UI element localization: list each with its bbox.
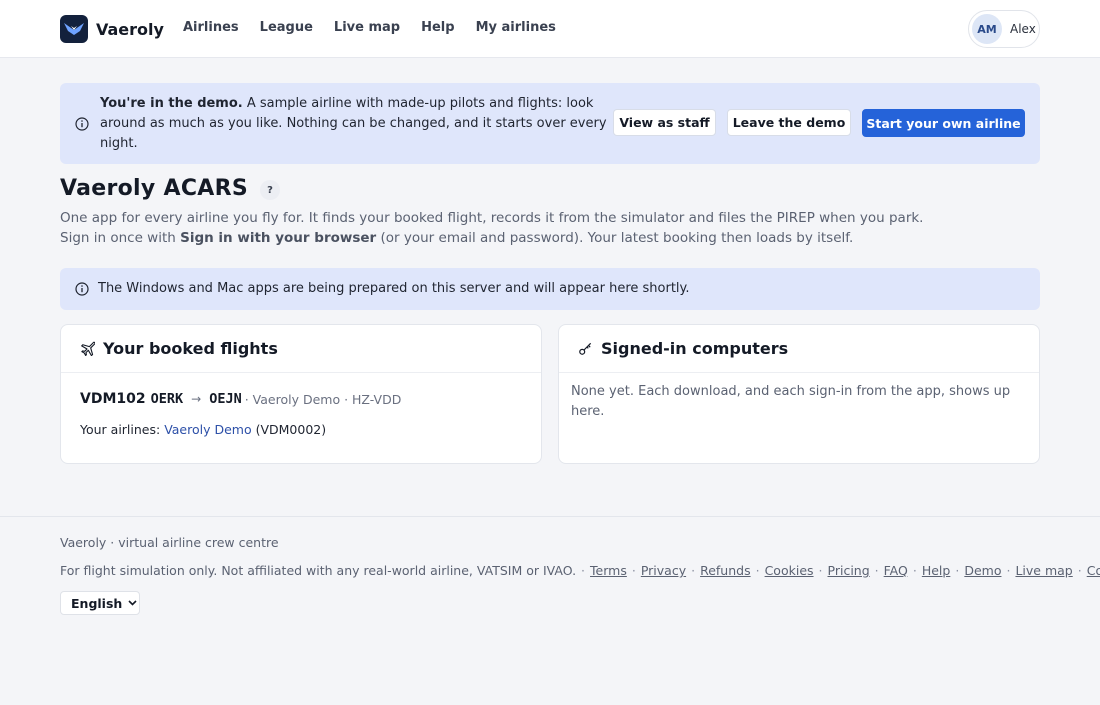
footer-link-help[interactable]: Help bbox=[922, 563, 951, 578]
avatar: AM bbox=[972, 14, 1002, 44]
card-title: Your booked flights bbox=[103, 339, 278, 358]
brand[interactable]: Vaeroly bbox=[60, 15, 164, 43]
help-icon[interactable]: ? bbox=[259, 180, 280, 200]
nav-airlines[interactable]: Airlines bbox=[183, 20, 239, 35]
card-title: Signed-in computers bbox=[601, 339, 789, 358]
card-header: Signed-in computers bbox=[559, 325, 1039, 373]
main-nav: Airlines League Live map Help My airline… bbox=[183, 20, 577, 35]
start-own-airline-button[interactable]: Start your own airline bbox=[862, 109, 1025, 137]
footer-links: For flight simulation only. Not affiliat… bbox=[60, 563, 1100, 578]
logo-wings-icon bbox=[60, 15, 88, 43]
demo-message-strong: You're in the demo. bbox=[100, 96, 243, 111]
footer-link-faq[interactable]: FAQ bbox=[884, 563, 908, 578]
footer-link-privacy[interactable]: Privacy bbox=[641, 563, 686, 578]
title-row: Vaeroly ACARS ? bbox=[60, 176, 280, 201]
user-name: Alex bbox=[1010, 22, 1036, 36]
footer-link-demo[interactable]: Demo bbox=[964, 563, 1001, 578]
signed-in-computers-card: Signed-in computers None yet. Each downl… bbox=[558, 324, 1040, 464]
desc-strong: Sign in with your browser bbox=[180, 230, 377, 246]
footer-link-cookies[interactable]: Cookies bbox=[765, 563, 814, 578]
top-header: Vaeroly Airlines League Live map Help My… bbox=[0, 0, 1100, 58]
footer-link-refunds[interactable]: Refunds bbox=[700, 563, 751, 578]
page-title: Vaeroly ACARS bbox=[60, 176, 248, 201]
brand-name: Vaeroly bbox=[96, 19, 164, 39]
flight-code: VDM102 bbox=[80, 391, 146, 407]
your-airlines: Your airlines: Vaeroly Demo (VDM0002) bbox=[80, 422, 326, 437]
demo-banner: You're in the demo. A sample airline wit… bbox=[60, 83, 1040, 164]
language-select[interactable]: English bbox=[60, 591, 140, 615]
airline-code: (VDM0002) bbox=[251, 422, 327, 437]
empty-state-text: None yet. Each download, and each sign-i… bbox=[571, 384, 1011, 419]
desc-text: (or your email and password). Your lates… bbox=[376, 230, 854, 246]
view-as-staff-button[interactable]: View as staff bbox=[613, 109, 716, 136]
footer-link-pricing[interactable]: Pricing bbox=[828, 563, 870, 578]
nav-my-airlines[interactable]: My airlines bbox=[476, 20, 556, 35]
description-line-2: Sign in once with Sign in with your brow… bbox=[60, 228, 960, 248]
chevron-down-icon bbox=[128, 600, 137, 606]
apps-notice: The Windows and Mac apps are being prepa… bbox=[60, 268, 1040, 310]
info-icon bbox=[75, 282, 89, 296]
demo-message: You're in the demo. A sample airline wit… bbox=[100, 94, 610, 154]
footer-link-terms[interactable]: Terms bbox=[590, 563, 627, 578]
info-icon bbox=[75, 117, 89, 131]
booked-flights-card: Your booked flights VDM102 OERK → OEJN ·… bbox=[60, 324, 542, 464]
description-line-1: One app for every airline you fly for. I… bbox=[60, 210, 924, 226]
footer-link-live-map[interactable]: Live map bbox=[1015, 563, 1072, 578]
nav-league[interactable]: League bbox=[260, 20, 313, 35]
disclaimer: For flight simulation only. Not affiliat… bbox=[60, 563, 577, 578]
plane-icon bbox=[80, 341, 95, 356]
footer-tagline: Vaeroly · virtual airline crew centre bbox=[60, 535, 279, 550]
leave-demo-button[interactable]: Leave the demo bbox=[727, 109, 851, 136]
language-value: English bbox=[71, 595, 123, 611]
card-header: Your booked flights bbox=[61, 325, 541, 373]
flight-item[interactable]: VDM102 OERK → OEJN · Vaeroly Demo · HZ-V… bbox=[80, 391, 401, 407]
nav-live-map[interactable]: Live map bbox=[334, 20, 400, 35]
key-icon bbox=[578, 341, 593, 356]
arrow-right-icon: → bbox=[191, 392, 202, 406]
airline-link[interactable]: Vaeroly Demo bbox=[164, 422, 251, 437]
airlines-label: Your airlines: bbox=[80, 422, 165, 437]
footer-link-contact[interactable]: Contact bbox=[1087, 563, 1100, 578]
user-menu[interactable]: AM Alex bbox=[968, 10, 1040, 48]
footer: Vaeroly · virtual airline crew centre Fo… bbox=[0, 516, 1100, 705]
nav-help[interactable]: Help bbox=[421, 20, 454, 35]
notice-text: The Windows and Mac apps are being prepa… bbox=[98, 281, 690, 296]
desc-text: Sign in once with bbox=[60, 230, 181, 246]
page-description: One app for every airline you fly for. I… bbox=[60, 208, 960, 248]
destination-airport: OEJN bbox=[209, 391, 242, 407]
flight-meta: · Vaeroly Demo · HZ-VDD bbox=[244, 391, 402, 407]
origin-airport: OERK bbox=[150, 391, 184, 407]
